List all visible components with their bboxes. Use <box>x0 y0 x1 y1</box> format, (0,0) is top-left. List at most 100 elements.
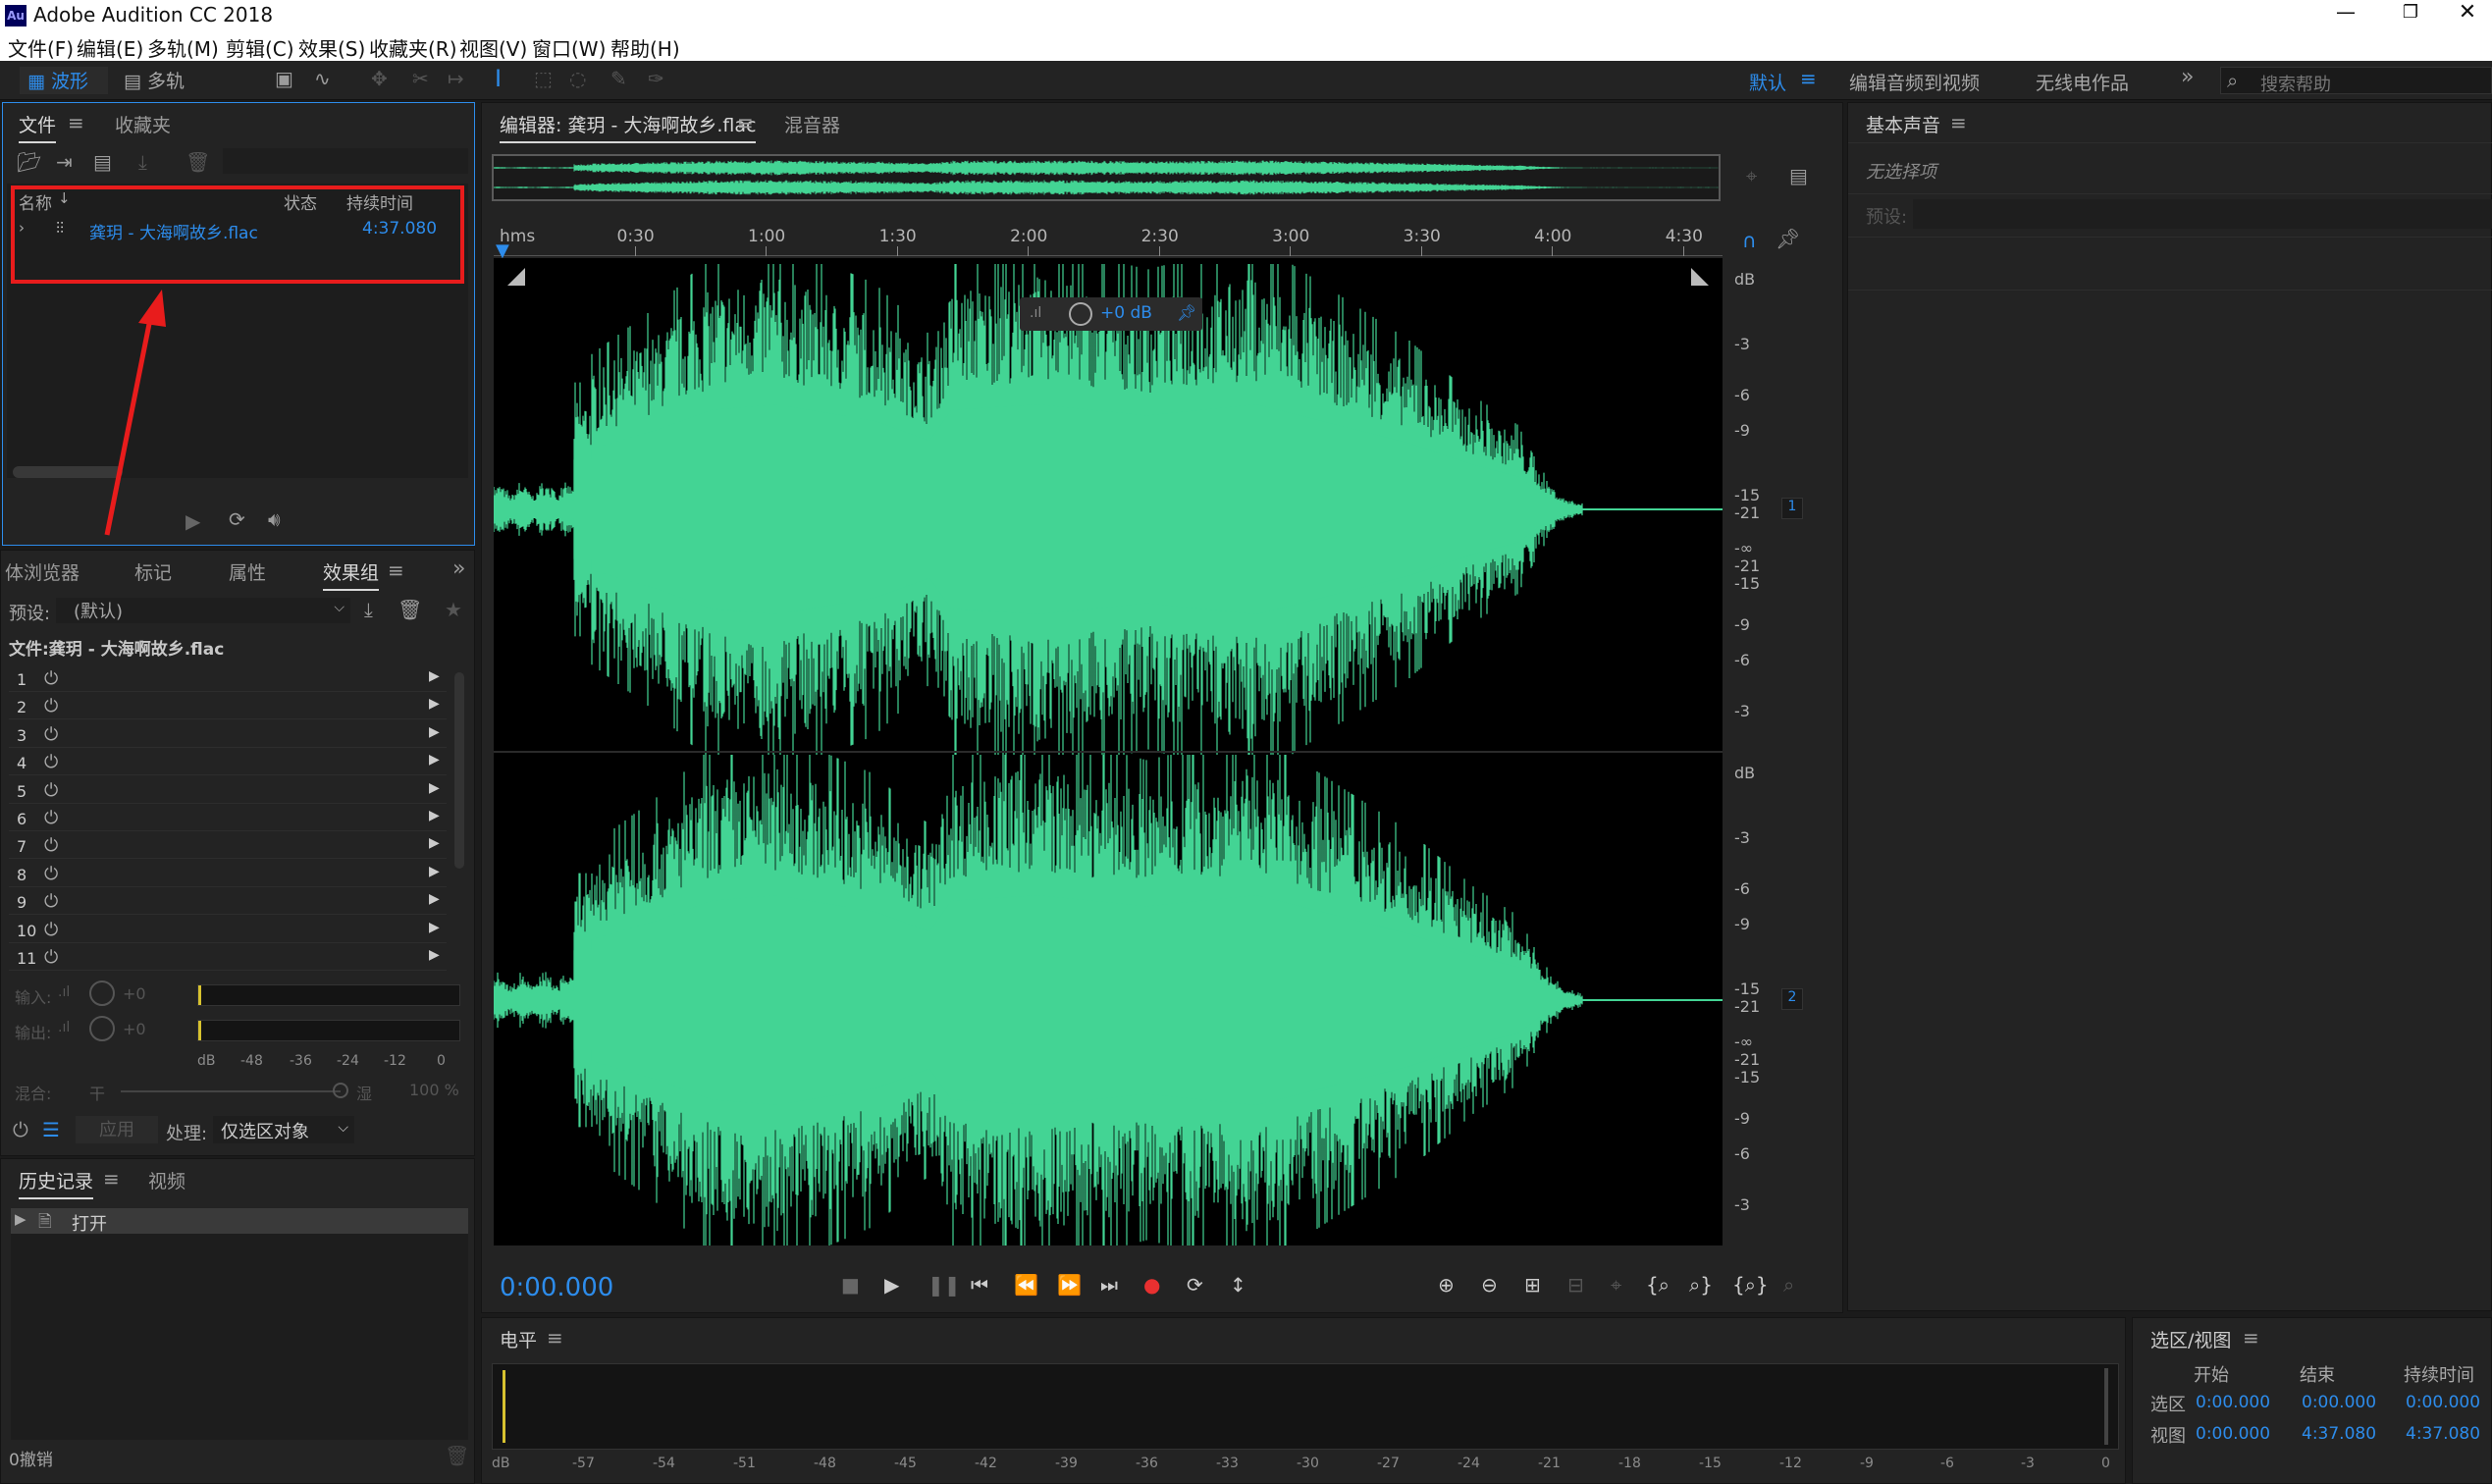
time-selection-tool-icon[interactable]: I <box>495 67 502 90</box>
panel-menu-icon[interactable]: ≡ <box>547 1328 563 1348</box>
power-icon[interactable]: ⏻ <box>44 891 58 912</box>
rack-list-icon[interactable]: ☰ <box>42 1120 60 1140</box>
zoom-in-left-icon[interactable]: {⌕ <box>1646 1273 1670 1297</box>
menu-multitrack[interactable]: 多轨(M) <box>147 33 219 62</box>
pin-hud-icon[interactable]: 📌︎ <box>1177 303 1196 322</box>
more-panels-icon[interactable]: » <box>452 558 465 580</box>
power-icon[interactable]: ⏻ <box>13 1120 28 1140</box>
insert-icon[interactable]: ⤓ <box>138 152 147 172</box>
effect-slot[interactable]: 2 ⏻ ▶ <box>9 694 447 720</box>
volume-knob[interactable] <box>1069 302 1092 326</box>
fast-forward-icon[interactable]: ⏩ <box>1057 1273 1082 1297</box>
effect-slot[interactable]: 1 ⏻ ▶ <box>9 666 447 692</box>
chevron-right-icon[interactable]: ▶ <box>429 724 440 740</box>
chevron-right-icon[interactable]: ▶ <box>429 696 440 712</box>
effect-slot[interactable]: 11 ⏻ ▶ <box>9 945 447 971</box>
tab-mixer[interactable]: 混音器 <box>784 111 840 137</box>
chevron-right-icon[interactable]: ▶ <box>429 752 440 768</box>
delete-preset-icon[interactable]: 🗑︎ <box>398 600 422 619</box>
tab-effects-rack[interactable]: 效果组 <box>323 558 380 591</box>
power-icon[interactable]: ⏻ <box>44 668 58 689</box>
record-icon[interactable]: ● <box>1143 1273 1160 1297</box>
zoom-out-full-icon[interactable]: ⊟ <box>1567 1273 1584 1297</box>
menu-effects[interactable]: 效果(S) <box>298 33 365 62</box>
zoom-reset-icon[interactable]: ⌕ <box>1783 1273 1794 1297</box>
chevron-right-icon[interactable]: ▶ <box>429 864 440 879</box>
history-item[interactable]: ▶ 🗎︎ 打开 <box>11 1208 468 1235</box>
view-end[interactable]: 4:37.080 <box>2302 1424 2376 1444</box>
preset-dropdown[interactable]: (默认) ⌵ <box>56 598 350 623</box>
view-start[interactable]: 0:00.000 <box>2196 1424 2270 1444</box>
favorite-star-icon[interactable]: ★ <box>445 600 462 619</box>
menu-favorites[interactable]: 收藏夹(R) <box>369 33 457 62</box>
brush-tool-icon[interactable]: ✎ <box>610 69 627 88</box>
trash-icon[interactable]: 🗑︎ <box>445 1446 469 1465</box>
delete-icon[interactable]: 🗑︎ <box>186 152 210 172</box>
power-icon[interactable]: ⏻ <box>44 835 58 856</box>
power-icon[interactable]: ⏻ <box>44 864 58 884</box>
waveform-display[interactable]: .ıl +0 dB 📌︎ <box>493 258 1723 1246</box>
close-button[interactable]: ✕ <box>2448 0 2487 31</box>
menu-file[interactable]: 文件(F) <box>8 33 74 62</box>
stop-icon[interactable]: ■ <box>841 1273 860 1297</box>
scrollbar[interactable] <box>454 672 464 869</box>
effect-slot[interactable]: 10 ⏻ ▶ <box>9 918 447 943</box>
rewind-icon[interactable]: ⏪ <box>1014 1273 1038 1297</box>
channel-badge-1[interactable]: 1 <box>1781 498 1803 519</box>
output-gain-knob[interactable] <box>89 1016 115 1041</box>
pin-icon[interactable]: 📌︎ <box>1776 229 1800 248</box>
power-icon[interactable]: ⏻ <box>44 696 58 716</box>
loop-icon[interactable]: ⟳ <box>1187 1273 1203 1297</box>
tab-markers[interactable]: 标记 <box>134 558 172 585</box>
panel-menu-icon[interactable]: ≡ <box>388 560 404 580</box>
time-ruler[interactable]: hms 0:30 1:00 1:30 2:00 2:30 3:00 3:30 4:00 4:30 <box>494 221 1723 256</box>
razor-tool-icon[interactable]: ✂ <box>412 69 429 88</box>
chevron-right-icon[interactable]: ▶ <box>429 835 440 851</box>
zoom-full-icon[interactable]: {⌕} <box>1732 1273 1769 1297</box>
panel-menu-icon[interactable]: ≡ <box>2243 1328 2259 1348</box>
selection-start[interactable]: 0:00.000 <box>2196 1393 2270 1412</box>
chevron-right-icon[interactable]: ▶ <box>429 668 440 684</box>
slip-tool-icon[interactable]: ↦ <box>448 69 464 88</box>
chevron-right-icon[interactable]: ▶ <box>429 808 440 823</box>
spot-healing-tool-icon[interactable]: ✑ <box>648 69 664 88</box>
help-search-box[interactable]: ⌕ 搜索帮助 <box>2220 67 2492 95</box>
panel-menu-icon[interactable]: ≡ <box>737 113 754 132</box>
zoom-out-amplitude-icon[interactable]: ⊖ <box>1481 1273 1498 1297</box>
effect-slot[interactable]: 6 ⏻ ▶ <box>9 806 447 831</box>
more-workspaces-icon[interactable]: » <box>2181 67 2194 88</box>
menu-view[interactable]: 视图(V) <box>459 33 527 62</box>
spectral-pitch-icon[interactable]: ∿ <box>314 69 331 88</box>
menu-edit[interactable]: 编辑(E) <box>77 33 143 62</box>
panel-menu-icon[interactable]: ≡ <box>1950 113 1967 132</box>
workspace-edit-video[interactable]: 编辑音频到视频 <box>1849 69 1980 95</box>
tab-editor[interactable]: 编辑器: 龚玥 - 大海啊故乡.flac <box>500 111 757 143</box>
chevron-right-icon[interactable]: ▶ <box>429 920 440 935</box>
mix-slider[interactable] <box>121 1090 341 1092</box>
files-search-input[interactable] <box>223 148 468 174</box>
tab-files[interactable]: 文件 <box>19 111 57 143</box>
panel-menu-icon[interactable]: ≡ <box>68 113 84 132</box>
apply-button[interactable]: 应用 <box>76 1116 158 1143</box>
chevron-right-icon[interactable]: ▶ <box>429 947 440 963</box>
effect-slot[interactable]: 3 ⏻ ▶ <box>9 722 447 748</box>
new-file-icon[interactable]: ▤ <box>93 152 112 172</box>
loop-preview-icon[interactable]: ⟳ <box>229 509 245 529</box>
selection-end[interactable]: 0:00.000 <box>2302 1393 2376 1412</box>
process-dropdown[interactable]: 仅选区对象 ⌵ <box>213 1116 354 1143</box>
chevron-right-icon[interactable]: ▶ <box>429 780 440 796</box>
mix-slider-handle[interactable] <box>333 1083 348 1098</box>
power-icon[interactable]: ⏻ <box>44 947 58 968</box>
power-icon[interactable]: ⏻ <box>44 920 58 940</box>
zoom-in-right-icon[interactable]: ⌕} <box>1689 1273 1713 1297</box>
zoom-in-amplitude-icon[interactable]: ⊕ <box>1438 1273 1455 1297</box>
open-file-icon[interactable]: 📂︎ <box>17 152 41 172</box>
zoom-in-time-icon[interactable]: ⊞ <box>1524 1273 1541 1297</box>
import-file-icon[interactable]: ⇥ <box>56 152 73 172</box>
menu-help[interactable]: 帮助(H) <box>610 33 680 62</box>
play-preview-icon[interactable]: ▶ <box>186 511 200 531</box>
chevron-right-icon[interactable]: ▶ <box>429 891 440 907</box>
overview-navigator[interactable] <box>492 154 1721 201</box>
workspace-default[interactable]: 默认 <box>1749 69 1786 95</box>
input-gain-knob[interactable] <box>89 980 115 1006</box>
